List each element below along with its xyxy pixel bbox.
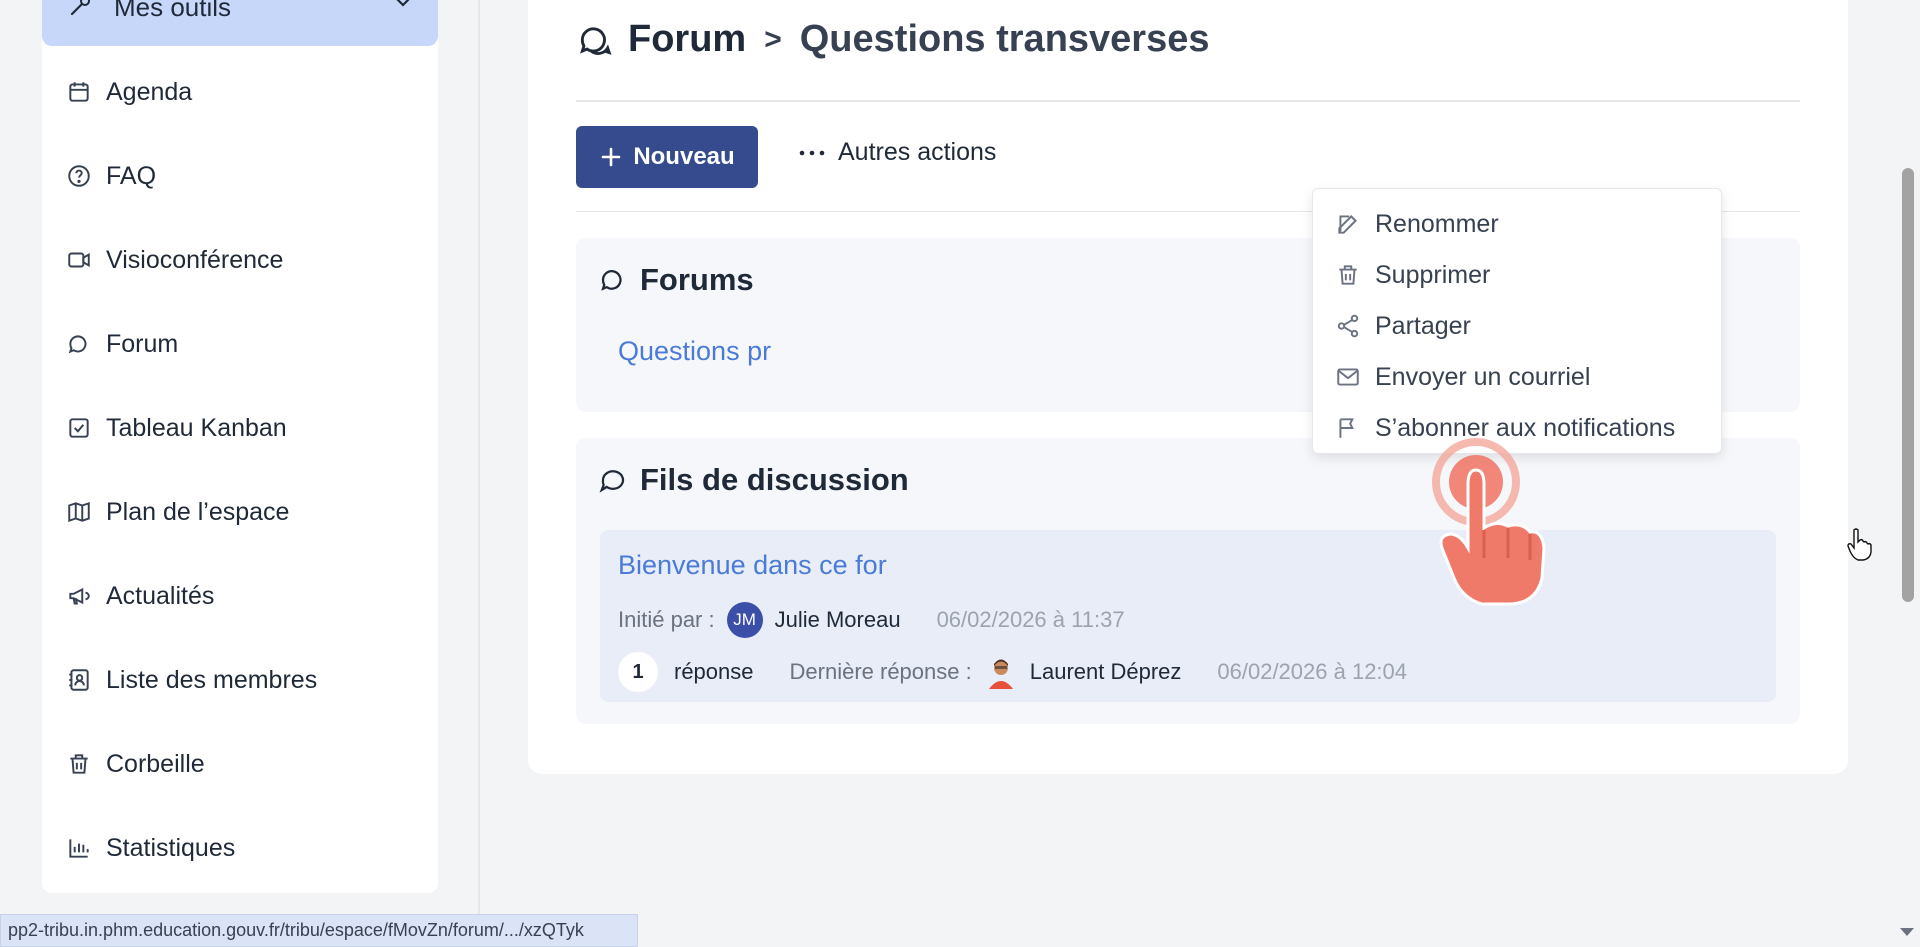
section-title-text: Forums: [640, 262, 754, 297]
menu-item-label: Envoyer un courriel: [1375, 362, 1591, 391]
page-title: Forum > Questions transverses: [576, 18, 1210, 61]
scroll-down-arrow-icon[interactable]: [1900, 928, 1914, 936]
sidebar-item-forum[interactable]: Forum: [66, 324, 178, 364]
thread-reply-row: 1 réponse Dernière réponse : Laurent Dép…: [618, 652, 1407, 692]
sidebar-item-visio[interactable]: Visioconférence: [66, 240, 283, 280]
sidebar-tools-toggle[interactable]: Mes outils: [42, 0, 438, 46]
scrollbar-thumb[interactable]: [1902, 168, 1914, 602]
avatar: [988, 659, 1013, 689]
sidebar-item-label: Statistiques: [106, 833, 236, 862]
sidebar-item-agenda[interactable]: Agenda: [66, 72, 192, 112]
thread-initiated-row: Initié par : JM Julie Moreau 06/02/2026 …: [618, 602, 1125, 638]
sidebar-tools-label: Mes outils: [114, 0, 232, 22]
avatar: JM: [726, 602, 763, 638]
initiator-name[interactable]: Julie Moreau: [775, 607, 901, 633]
thread-card[interactable]: Bienvenue dans ce for Initié par : JM Ju…: [600, 530, 1776, 702]
menu-item-share[interactable]: Partager: [1335, 308, 1471, 344]
sidebar-item-plan[interactable]: Plan de l’espace: [66, 492, 289, 532]
sidebar-item-label: Plan de l’espace: [106, 497, 290, 526]
chat-bubbles-icon: [580, 26, 612, 55]
more-actions-button[interactable]: Autres actions: [798, 138, 996, 167]
status-bar-url: pp2-tribu.in.phm.education.gouv.fr/tribu…: [0, 914, 638, 947]
reply-label: réponse: [674, 659, 754, 684]
section-title: Forums: [598, 262, 754, 298]
sidebar-item-label: Agenda: [106, 77, 193, 106]
forum-link[interactable]: Questions pr: [618, 336, 771, 367]
help-circle-icon: [68, 165, 90, 187]
hand-cursor-icon: [1847, 528, 1872, 561]
divider: [576, 100, 1800, 102]
main-panel: Forum > Questions transverses Nouveau Au…: [528, 0, 1872, 774]
menu-item-label: Partager: [1375, 311, 1471, 340]
breadcrumb-root[interactable]: Forum: [628, 18, 746, 61]
menu-item-label: Renommer: [1375, 209, 1499, 238]
sidebar-item-statistiques[interactable]: Statistiques: [66, 828, 235, 868]
new-button[interactable]: Nouveau: [576, 126, 758, 188]
reply-count-badge: 1: [618, 652, 658, 692]
sidebar-item-actualites[interactable]: Actualités: [66, 576, 214, 616]
chat-bubbles-icon: [68, 335, 87, 354]
plus-icon: [602, 147, 621, 167]
last-reply-name[interactable]: Laurent Déprez: [1030, 659, 1182, 685]
share-icon: [1337, 314, 1359, 338]
chat-bubbles-icon: [601, 270, 622, 291]
sidebar-item-label: FAQ: [106, 161, 157, 190]
breadcrumb-current: Questions transverses: [799, 18, 1210, 60]
section-title-text: Fils de discussion: [640, 462, 909, 497]
sidebar-item-corbeille[interactable]: Corbeille: [66, 744, 205, 784]
menu-item-delete[interactable]: Supprimer: [1335, 257, 1490, 293]
sidebar-item-faq[interactable]: FAQ: [66, 156, 156, 196]
menu-item-email[interactable]: Envoyer un courriel: [1335, 359, 1590, 395]
last-reply-date: 06/02/2026 à 12:04: [1217, 659, 1408, 684]
sidebar-item-label: Visioconférence: [106, 245, 284, 274]
wrench-icon: [70, 0, 90, 16]
initiated-date: 06/02/2026 à 11:37: [936, 607, 1125, 632]
flag-icon: [1339, 418, 1354, 438]
mail-icon: [1337, 368, 1359, 386]
new-button-label: Nouveau: [633, 143, 735, 170]
more-dots-icon: [799, 150, 825, 155]
chat-bubble-icon: [599, 470, 625, 493]
video-icon: [68, 252, 90, 268]
tap-hand-icon: [1432, 438, 1546, 606]
sidebar-item-label: Corbeille: [106, 749, 205, 778]
chevron-down-icon: [396, 0, 410, 7]
bar-chart-icon: [69, 839, 89, 858]
thread-title[interactable]: Bienvenue dans ce for: [618, 550, 887, 581]
map-icon: [68, 501, 90, 523]
sidebar-item-label: Liste des membres: [106, 665, 318, 694]
menu-item-rename[interactable]: Renommer: [1335, 206, 1499, 242]
sidebar-item-membres[interactable]: Liste des membres: [66, 660, 317, 700]
more-actions-menu: Renommer Supprimer Partager Envoyer un c…: [1312, 188, 1722, 454]
last-reply-label: Dernière réponse :: [789, 659, 972, 684]
sidebar-item-label: Tableau Kanban: [106, 413, 287, 442]
trash-icon: [1339, 265, 1357, 285]
sidebar: Mes outils Agenda FAQ Visioconférence Fo…: [42, 0, 438, 893]
contact-card-icon: [69, 669, 89, 691]
sidebar-item-kanban[interactable]: Tableau Kanban: [66, 408, 287, 448]
section-title: Fils de discussion: [598, 462, 909, 498]
breadcrumb-separator-icon: >: [764, 22, 782, 56]
sidebar-divider: [478, 0, 480, 947]
threads-section: Fils de discussion Bienvenue dans ce for…: [576, 438, 1800, 724]
sidebar-item-label: Forum: [106, 329, 179, 358]
calendar-icon: [69, 82, 89, 102]
trash-icon: [70, 754, 88, 774]
menu-item-label: Supprimer: [1375, 260, 1491, 289]
checkbox-icon: [69, 418, 89, 438]
initiated-label: Initié par :: [618, 607, 715, 632]
more-actions-label: Autres actions: [838, 138, 997, 166]
edit-icon: [1338, 215, 1357, 234]
sidebar-item-label: Actualités: [106, 581, 215, 610]
megaphone-icon: [69, 587, 90, 605]
